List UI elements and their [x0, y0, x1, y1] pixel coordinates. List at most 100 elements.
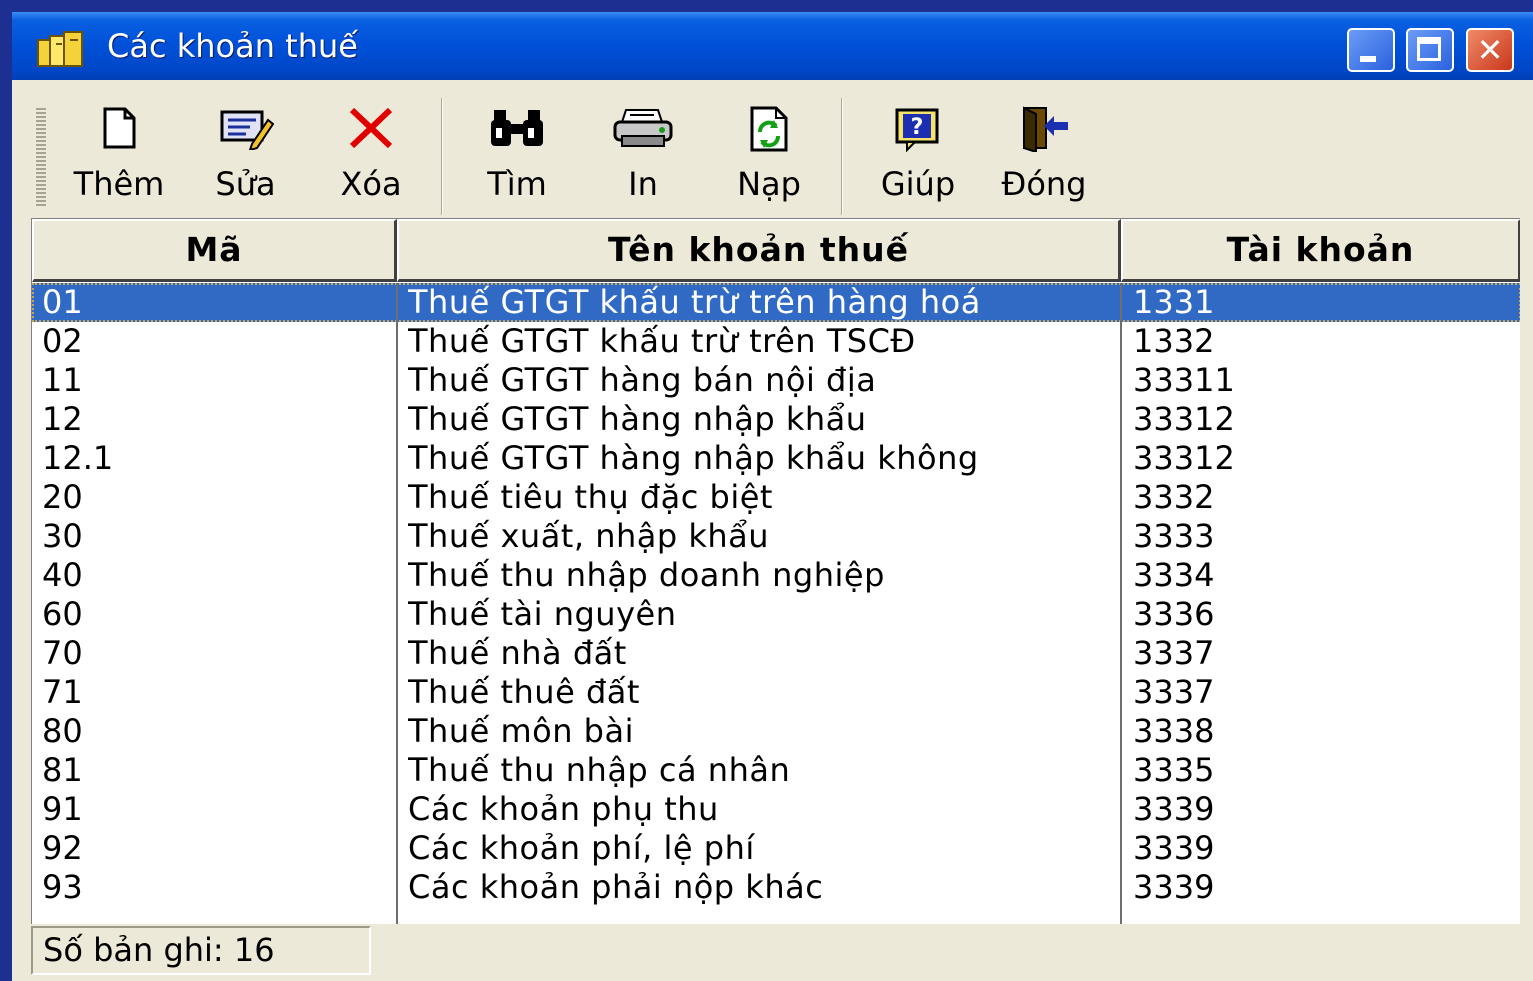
column-header-ten-khoan-thue[interactable]: Tên khoản thuế [397, 219, 1121, 282]
cell-tai-khoan: 3337 [1133, 673, 1215, 711]
refresh-button[interactable]: Nạp [706, 98, 832, 213]
refresh-icon [706, 106, 832, 152]
cell-ma: 12.1 [42, 439, 114, 477]
cell-tai-khoan: 3338 [1133, 712, 1215, 750]
new-document-icon [55, 106, 183, 152]
cell-ten-khoan-thue: Thuế tiêu thụ đặc biệt [408, 478, 773, 516]
close-button[interactable]: ✕ [1466, 28, 1514, 72]
cell-ten-khoan-thue: Thuế GTGT hàng nhập khẩu không [408, 439, 979, 477]
folder-cabinet-icon [36, 30, 88, 74]
column-divider [396, 283, 398, 924]
delete-button[interactable]: Xóa [308, 98, 434, 213]
cell-tai-khoan: 3332 [1133, 478, 1215, 516]
cell-tai-khoan: 3339 [1133, 829, 1215, 867]
window-title: Các khoản thuế [107, 27, 358, 65]
print-button[interactable]: In [580, 98, 706, 213]
cell-ten-khoan-thue: Thuế GTGT khấu trừ trên TSCĐ [408, 322, 916, 360]
cell-ma: 71 [42, 673, 83, 711]
table-row[interactable]: 11 Thuế GTGT hàng bán nội địa 33311 [32, 361, 1520, 400]
binoculars-icon [454, 106, 580, 152]
cell-ma: 02 [42, 322, 83, 360]
table-row[interactable]: 71 Thuế thuê đất 3337 [32, 673, 1520, 712]
table-row[interactable]: 30 Thuế xuất, nhập khẩu 3333 [32, 517, 1520, 556]
table-row[interactable]: 92 Các khoản phí, lệ phí 3339 [32, 829, 1520, 868]
close-form-button[interactable]: Đóng [981, 98, 1107, 213]
minimize-button[interactable] [1347, 28, 1395, 72]
cell-ten-khoan-thue: Thuế môn bài [408, 712, 634, 750]
find-button[interactable]: Tìm [454, 98, 580, 213]
maximize-button[interactable] [1406, 28, 1454, 72]
table-row[interactable]: 70 Thuế nhà đất 3337 [32, 634, 1520, 673]
cell-ten-khoan-thue: Các khoản phải nộp khác [408, 868, 824, 906]
cell-ten-khoan-thue: Thuế thuê đất [408, 673, 640, 711]
find-button-label: Tìm [487, 165, 547, 203]
exit-door-icon [981, 106, 1107, 152]
printer-icon [580, 106, 706, 152]
cell-ma: 91 [42, 790, 83, 828]
cell-tai-khoan: 1332 [1133, 322, 1215, 360]
cell-tai-khoan: 3335 [1133, 751, 1215, 789]
cell-ma: 30 [42, 517, 83, 555]
column-divider [1120, 283, 1122, 924]
table-row[interactable]: 02 Thuế GTGT khấu trừ trên TSCĐ 1332 [32, 322, 1520, 361]
toolbar-separator [841, 98, 843, 215]
table-row[interactable]: 81 Thuế thu nhập cá nhân 3335 [32, 751, 1520, 790]
table-row[interactable]: 60 Thuế tài nguyên 3336 [32, 595, 1520, 634]
delete-x-icon [308, 106, 434, 152]
cell-tai-khoan: 3333 [1133, 517, 1215, 555]
cell-tai-khoan: 3334 [1133, 556, 1215, 594]
table-row[interactable]: 20 Thuế tiêu thụ đặc biệt 3332 [32, 478, 1520, 517]
cell-ten-khoan-thue: Các khoản phụ thu [408, 790, 719, 828]
edit-button[interactable]: Sửa [183, 98, 308, 213]
svg-text:?: ? [911, 115, 924, 140]
title-bar[interactable]: Các khoản thuế ✕ [12, 12, 1533, 80]
toolbar: Thêm Sửa Xóa Tìm In Nạp ? Giúp Đóng [12, 80, 1533, 218]
table-row[interactable]: 12.1 Thuế GTGT hàng nhập khẩu không 33312 [32, 439, 1520, 478]
edit-button-label: Sửa [215, 165, 276, 203]
add-button[interactable]: Thêm [55, 98, 183, 213]
table-row[interactable]: 80 Thuế môn bài 3338 [32, 712, 1520, 751]
table-row[interactable]: 91 Các khoản phụ thu 3339 [32, 790, 1520, 829]
cell-ten-khoan-thue: Thuế nhà đất [408, 634, 627, 672]
column-header-tai-khoan[interactable]: Tài khoản [1121, 219, 1520, 282]
cell-ten-khoan-thue: Các khoản phí, lệ phí [408, 829, 755, 867]
help-button[interactable]: ? Giúp [855, 98, 981, 213]
print-button-label: In [628, 165, 658, 203]
toolbar-grip[interactable] [36, 108, 46, 208]
close-icon: ✕ [1476, 31, 1504, 69]
cell-ten-khoan-thue: Thuế GTGT hàng bán nội địa [408, 361, 877, 399]
cell-ma: 12 [42, 400, 83, 438]
status-bar: Số bản ghi: 16 [12, 924, 1533, 981]
table-row[interactable]: 12 Thuế GTGT hàng nhập khẩu 33312 [32, 400, 1520, 439]
tax-grid[interactable]: Mã Tên khoản thuế Tài khoản 01 Thuế GTGT … [31, 218, 1520, 924]
column-header-ma[interactable]: Mã [32, 219, 397, 282]
maximize-icon [1417, 37, 1441, 61]
cell-tai-khoan: 3336 [1133, 595, 1215, 633]
toolbar-separator [441, 98, 443, 215]
cell-ma: 81 [42, 751, 83, 789]
cell-tai-khoan: 33312 [1133, 400, 1235, 438]
cell-ma: 70 [42, 634, 83, 672]
table-row[interactable]: 93 Các khoản phải nộp khác 3339 [32, 868, 1520, 907]
delete-button-label: Xóa [340, 165, 402, 203]
cell-ten-khoan-thue: Thuế xuất, nhập khẩu [408, 517, 770, 555]
cell-ma: 93 [42, 868, 83, 906]
cell-tai-khoan: 33312 [1133, 439, 1235, 477]
minimize-icon [1360, 56, 1376, 62]
cell-tai-khoan: 3337 [1133, 634, 1215, 672]
cell-ten-khoan-thue: Thuế thu nhập doanh nghiệp [408, 556, 885, 594]
record-count: Số bản ghi: 16 [31, 926, 371, 975]
cell-ten-khoan-thue: Thuế GTGT hàng nhập khẩu [408, 400, 867, 438]
cell-tai-khoan: 33311 [1133, 361, 1235, 399]
cell-ma: 80 [42, 712, 83, 750]
table-row[interactable]: 40 Thuế thu nhập doanh nghiệp 3334 [32, 556, 1520, 595]
grid-header: Mã Tên khoản thuế Tài khoản [32, 219, 1520, 282]
cell-ma: 20 [42, 478, 83, 516]
cell-tai-khoan: 3339 [1133, 790, 1215, 828]
help-icon: ? [855, 106, 981, 152]
add-button-label: Thêm [73, 165, 165, 203]
help-button-label: Giúp [880, 165, 956, 203]
table-row[interactable]: 01 Thuế GTGT khấu trừ trên hàng hoá 1331 [32, 283, 1520, 322]
cell-ma: 01 [42, 283, 83, 321]
cell-ma: 40 [42, 556, 83, 594]
